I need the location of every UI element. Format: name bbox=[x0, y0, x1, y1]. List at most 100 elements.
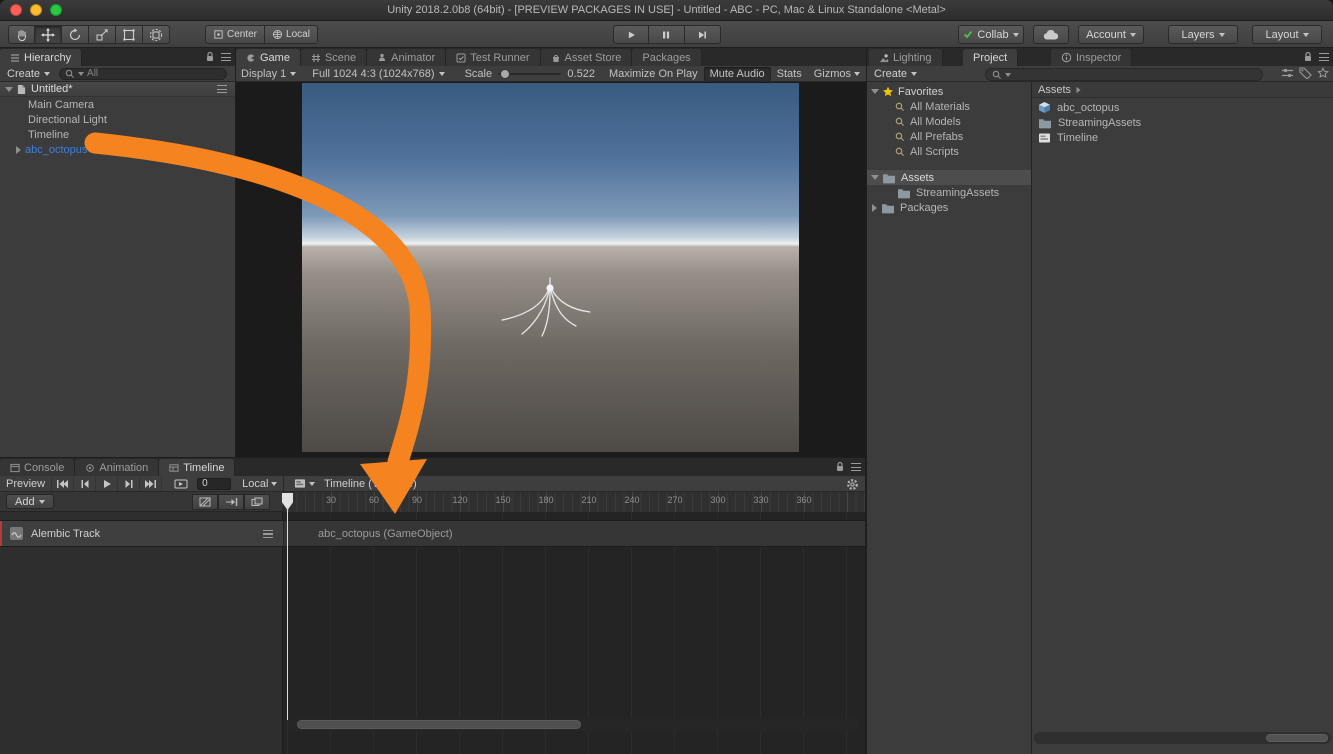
tab-game[interactable]: Game bbox=[236, 49, 301, 66]
file-streaming-assets[interactable]: StreamingAssets bbox=[1032, 115, 1333, 130]
aspect-dropdown[interactable]: Full 1024 4:3 (1024x768) bbox=[312, 68, 444, 80]
timeline-play-button[interactable] bbox=[96, 476, 118, 492]
tab-scene[interactable]: Scene bbox=[301, 49, 367, 66]
tab-hierarchy[interactable]: Hierarchy bbox=[0, 49, 82, 66]
tab-timeline[interactable]: Timeline bbox=[159, 459, 235, 476]
search-by-type-icon[interactable] bbox=[1281, 67, 1294, 79]
favorites-header-row[interactable]: Favorites bbox=[867, 84, 1031, 99]
go-to-start-button[interactable] bbox=[52, 476, 74, 492]
next-frame-button[interactable] bbox=[118, 476, 140, 492]
transform-combined-tool-button[interactable] bbox=[143, 25, 170, 44]
time-ref-dropdown[interactable]: Local bbox=[236, 476, 283, 492]
play-range-toggle[interactable] bbox=[170, 476, 192, 492]
packages-expander-icon[interactable] bbox=[872, 204, 877, 212]
pause-button[interactable] bbox=[649, 25, 685, 44]
collab-dropdown[interactable]: Collab bbox=[958, 25, 1024, 44]
cloud-button[interactable] bbox=[1033, 25, 1069, 44]
lock-icon[interactable] bbox=[835, 461, 845, 473]
play-button[interactable] bbox=[613, 25, 649, 44]
gizmos-dropdown[interactable]: Gizmos bbox=[808, 67, 866, 81]
favorite-all-prefabs[interactable]: All Prefabs bbox=[867, 129, 1031, 144]
favorite-all-materials[interactable]: All Materials bbox=[867, 99, 1031, 114]
tab-animator[interactable]: Animator bbox=[367, 49, 446, 66]
maximize-on-play-button[interactable]: Maximize On Play bbox=[603, 67, 704, 81]
file-timeline[interactable]: Timeline bbox=[1032, 130, 1333, 145]
display-dropdown[interactable]: Display 1 bbox=[241, 68, 296, 80]
item-expander-icon[interactable] bbox=[16, 146, 21, 154]
tab-packages[interactable]: Packages bbox=[632, 49, 701, 66]
tab-project[interactable]: Project bbox=[963, 49, 1018, 66]
favorite-all-scripts[interactable]: All Scripts bbox=[867, 144, 1031, 159]
game-render-viewport[interactable] bbox=[302, 83, 799, 452]
hierarchy-item-main-camera[interactable]: Main Camera bbox=[0, 97, 235, 112]
timeline-hscrollbar[interactable] bbox=[288, 718, 858, 731]
pane-menu-icon[interactable] bbox=[221, 53, 231, 61]
save-search-star-icon[interactable] bbox=[1317, 67, 1329, 79]
project-hscrollbar[interactable] bbox=[1034, 732, 1331, 744]
go-to-end-button[interactable] bbox=[140, 476, 162, 492]
rect-tool-button[interactable] bbox=[116, 25, 143, 44]
timeline-hscrollbar-thumb[interactable] bbox=[297, 720, 581, 729]
mix-mode-button[interactable] bbox=[192, 494, 218, 510]
space-toggle-button[interactable]: Local bbox=[265, 25, 318, 44]
assets-folder-row[interactable]: Assets bbox=[867, 170, 1031, 185]
ripple-mode-button[interactable] bbox=[218, 494, 244, 510]
scene-header-row[interactable]: Untitled* bbox=[0, 82, 235, 97]
tab-animation[interactable]: Animation bbox=[75, 459, 159, 476]
packages-folder-row[interactable]: Packages bbox=[867, 200, 1031, 215]
scale-slider[interactable] bbox=[498, 73, 561, 75]
layers-dropdown[interactable]: Layers bbox=[1168, 25, 1238, 44]
stats-button[interactable]: Stats bbox=[771, 67, 808, 81]
project-hscrollbar-thumb[interactable] bbox=[1266, 734, 1328, 742]
scale-slider-knob[interactable] bbox=[500, 69, 510, 79]
hierarchy-search-input[interactable]: All bbox=[59, 68, 227, 80]
move-tool-button[interactable] bbox=[35, 25, 62, 44]
alembic-track-lane[interactable]: abc_octopus (GameObject) bbox=[284, 520, 865, 547]
maximize-button[interactable] bbox=[50, 4, 62, 16]
minimize-button[interactable] bbox=[30, 4, 42, 16]
step-button[interactable] bbox=[685, 25, 721, 44]
hierarchy-item-timeline[interactable]: Timeline bbox=[0, 127, 235, 142]
hierarchy-create-dropdown[interactable]: Create bbox=[0, 66, 57, 82]
add-track-button[interactable]: Add bbox=[6, 494, 54, 509]
pane-menu-icon[interactable] bbox=[1319, 53, 1329, 61]
account-dropdown[interactable]: Account bbox=[1078, 25, 1144, 44]
close-button[interactable] bbox=[10, 4, 22, 16]
streaming-assets-folder-row[interactable]: StreamingAssets bbox=[867, 185, 1031, 200]
track-menu-icon[interactable] bbox=[263, 530, 273, 538]
scene-menu-icon[interactable] bbox=[217, 85, 227, 93]
timeline-ruler[interactable]: 30 60 90 120 150 180 210 240 270 300 330… bbox=[283, 492, 865, 512]
mute-audio-button[interactable]: Mute Audio bbox=[704, 67, 771, 81]
lock-icon[interactable] bbox=[1303, 51, 1313, 63]
lock-icon[interactable] bbox=[205, 51, 215, 63]
current-frame-field[interactable]: 0 bbox=[197, 478, 231, 490]
project-search-input[interactable] bbox=[985, 68, 1263, 81]
file-abc-octopus[interactable]: abc_octopus bbox=[1032, 100, 1333, 115]
timeline-asset-selector[interactable]: Timeline (Timeline) bbox=[288, 476, 423, 492]
alembic-track-header[interactable]: Alembic Track bbox=[0, 520, 283, 547]
scene-expander-icon[interactable] bbox=[5, 87, 13, 92]
tab-test-runner[interactable]: Test Runner bbox=[446, 49, 540, 66]
favorites-expander-icon[interactable] bbox=[871, 89, 879, 94]
scale-tool-button[interactable] bbox=[89, 25, 116, 44]
window-controls bbox=[10, 4, 62, 16]
hierarchy-item-directional-light[interactable]: Directional Light bbox=[0, 112, 235, 127]
assets-expander-icon[interactable] bbox=[871, 175, 879, 180]
preview-toggle[interactable]: Preview bbox=[0, 476, 52, 492]
rotate-tool-button[interactable] bbox=[62, 25, 89, 44]
hand-tool-button[interactable] bbox=[8, 25, 35, 44]
tab-inspector[interactable]: Inspector bbox=[1051, 49, 1132, 66]
tab-console[interactable]: Console bbox=[0, 459, 75, 476]
tab-project-label: Project bbox=[973, 52, 1007, 64]
tab-asset-store[interactable]: Asset Store bbox=[541, 49, 633, 66]
tab-lighting[interactable]: Lighting bbox=[869, 49, 943, 66]
pivot-toggle-button[interactable]: Center bbox=[205, 25, 265, 44]
project-create-dropdown[interactable]: Create bbox=[867, 66, 924, 82]
layout-dropdown[interactable]: Layout bbox=[1252, 25, 1322, 44]
replace-mode-button[interactable] bbox=[244, 494, 270, 510]
search-by-label-icon[interactable] bbox=[1299, 67, 1312, 79]
hierarchy-item-abc-octopus[interactable]: abc_octopus bbox=[0, 142, 235, 157]
previous-frame-button[interactable] bbox=[74, 476, 96, 492]
favorite-all-models[interactable]: All Models bbox=[867, 114, 1031, 129]
pane-menu-icon[interactable] bbox=[851, 463, 861, 471]
